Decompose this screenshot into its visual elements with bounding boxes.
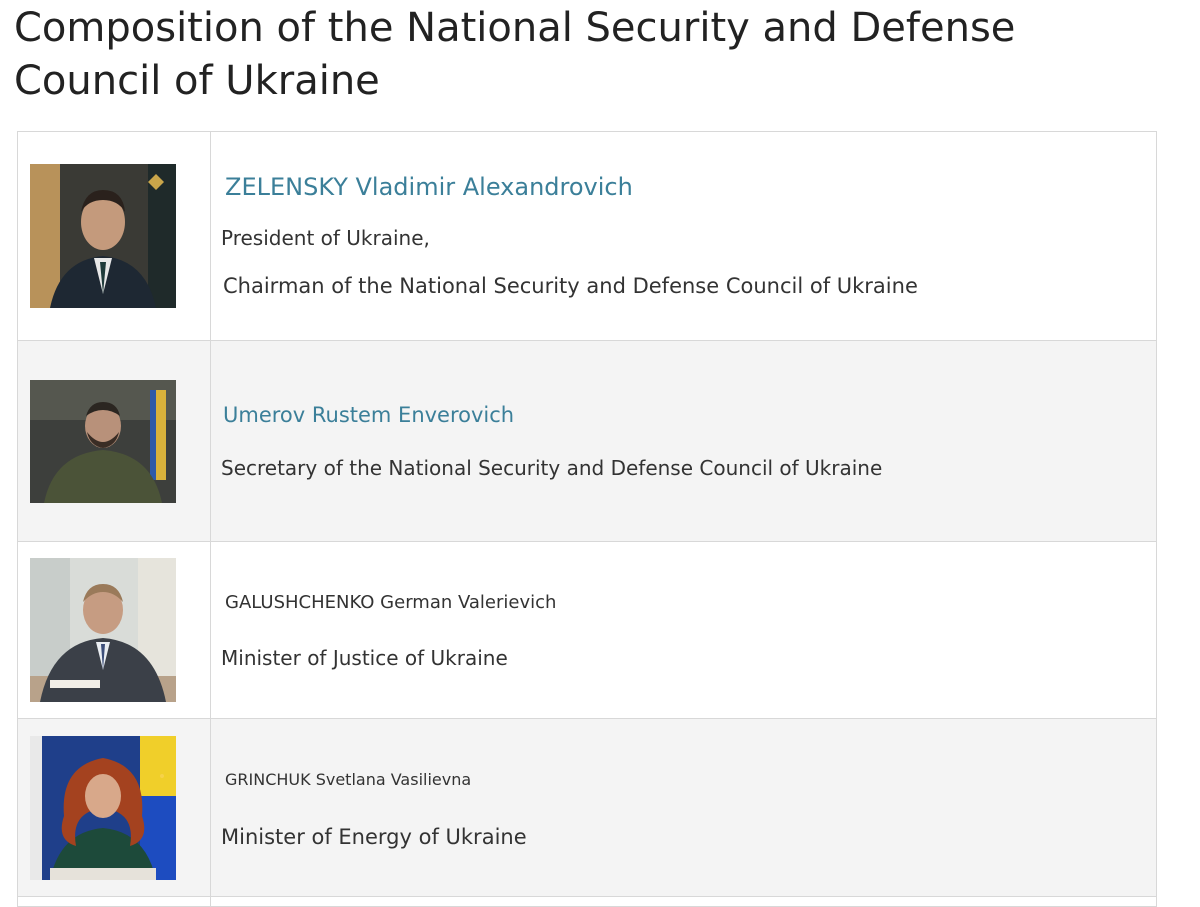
member-role: Minister of Justice of Ukraine: [221, 646, 508, 670]
member-photo: [30, 735, 176, 880]
member-role: Minister of Energy of Ukraine: [221, 824, 527, 849]
portrait-image: [30, 558, 176, 702]
member-photo: [30, 379, 176, 503]
member-role: President of Ukraine,: [221, 226, 430, 250]
member-name-link[interactable]: ZELENSKY Vladimir Alexandrovich: [225, 173, 1156, 201]
member-name-link[interactable]: GALUSHCHENKO German Valerievich: [225, 589, 1156, 617]
photo-cell: [17, 131, 211, 341]
table-row: Umerov Rustem Enverovich Secretary of th…: [17, 340, 1157, 542]
photo-cell: [17, 340, 211, 542]
table-row: GRINCHUK Svetlana Vasilievna Minister of…: [17, 718, 1157, 897]
photo-cell: [17, 718, 211, 897]
info-cell: [210, 896, 1157, 907]
member-role: Chairman of the National Security and De…: [223, 274, 918, 298]
table-row: [17, 896, 1157, 907]
table-row: GALUSHCHENKO German Valerievich Minister…: [17, 541, 1157, 719]
member-photo: [30, 164, 176, 308]
info-cell: ZELENSKY Vladimir Alexandrovich Presiden…: [210, 131, 1157, 341]
portrait-image: [30, 379, 176, 503]
portrait-image: [30, 735, 176, 880]
table-row: ZELENSKY Vladimir Alexandrovich Presiden…: [17, 131, 1157, 341]
member-name-link[interactable]: Umerov Rustem Enverovich: [223, 401, 1156, 429]
info-cell: GRINCHUK Svetlana Vasilievna Minister of…: [210, 718, 1157, 897]
member-photo: [30, 558, 176, 702]
photo-cell: [17, 541, 211, 719]
portrait-image: [30, 164, 176, 308]
photo-cell: [17, 896, 211, 907]
page-title: Composition of the National Security and…: [14, 5, 1016, 104]
member-name-link[interactable]: GRINCHUK Svetlana Vasilievna: [225, 766, 1156, 794]
member-role: Secretary of the National Security and D…: [221, 456, 883, 480]
info-cell: GALUSHCHENKO German Valerievich Minister…: [210, 541, 1157, 719]
info-cell: Umerov Rustem Enverovich Secretary of th…: [210, 340, 1157, 542]
members-table: ZELENSKY Vladimir Alexandrovich Presiden…: [17, 131, 1157, 907]
